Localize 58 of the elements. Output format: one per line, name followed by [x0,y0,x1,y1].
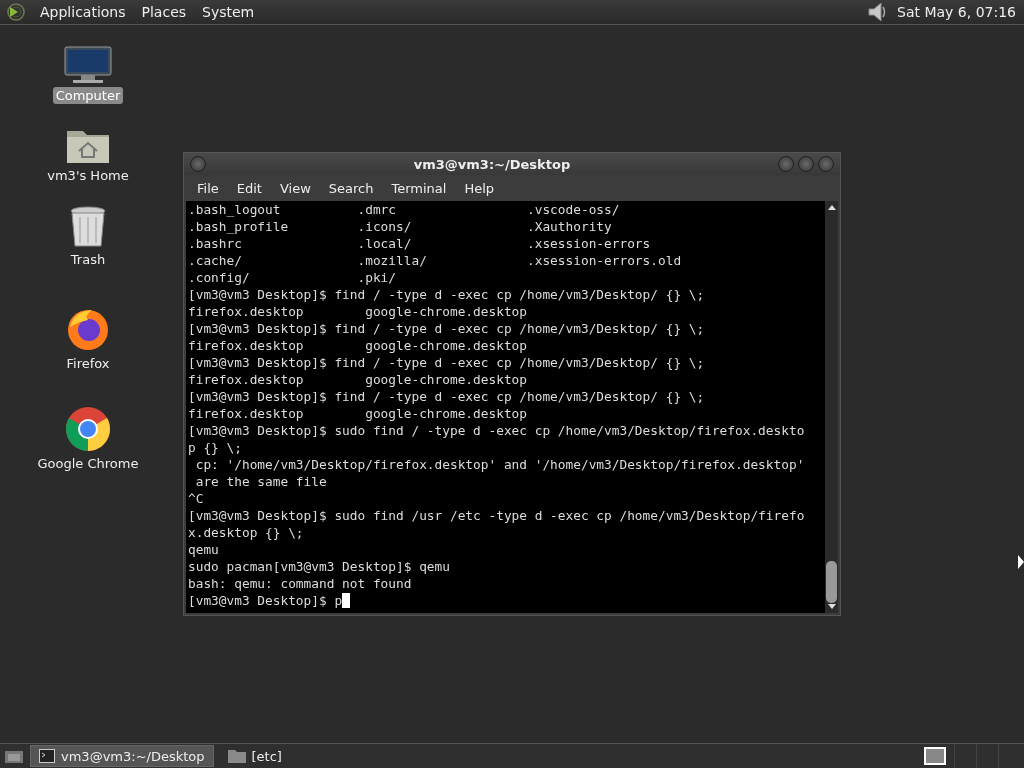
folder-icon [227,749,246,763]
terminal-line: are the same file [194,474,327,489]
minimize-button[interactable] [778,156,794,172]
terminal-line: firefox.desktop google-chrome.desktop [188,304,527,319]
terminal-line: firefox.desktop google-chrome.desktop [188,372,527,387]
mouse-pointer-icon [1018,555,1024,569]
panel-menu[interactable]: System [194,4,263,20]
chrome-icon[interactable] [64,405,112,453]
scrollbar[interactable] [825,201,838,613]
text-cursor [342,593,351,608]
terminal-line: [vm3@vm3 Desktop]$ find / -type d -exec cp /home/vm3/Desktop/ {} \; [188,355,705,370]
clock[interactable]: Sat May 6, 07:16 [897,4,1018,20]
terminal-line: [vm3@vm3 Desktop]$ p [188,593,343,608]
terminal-line: sudo pacman[vm3@vm3 Desktop]$ qemu [188,559,450,574]
menu-item[interactable]: Terminal [382,180,456,196]
terminal-line: [vm3@vm3 Desktop]$ sudo find /usr /etc -type d -exec cp /home/vm3/Desktop/firefo [188,508,805,523]
terminal-line: [vm3@vm3 Desktop]$ find / -type d -exec cp /home/vm3/Desktop/ {} \; [188,389,705,404]
window-menu-button[interactable] [190,156,206,172]
menu-item[interactable]: Help [455,180,504,196]
terminal-line: .config/ .pki/ [188,270,397,285]
computer-icon[interactable] [63,45,113,85]
terminal-line: p {} \; [188,440,242,455]
terminal-line: .cache/ .mozilla/ .xsession-errors.old [188,253,682,268]
panel-menu[interactable]: Places [133,4,195,20]
terminal-line: .bash_profile .icons/ .Xauthority [188,219,612,234]
window-title: vm3@vm3:~/Desktop [412,156,572,172]
desktop-icon-label[interactable]: Firefox [63,355,113,372]
desktop-icon-label[interactable]: Google Chrome [34,455,142,472]
desktop-icon-label[interactable]: vm3's Home [44,167,132,184]
terminal-line: [vm3@vm3 Desktop]$ sudo find / -type d -exec cp /home/vm3/Desktop/firefox.deskto [188,423,805,438]
menu-item[interactable]: Search [319,180,383,196]
terminal-line: cp: '/home/vm3/Desktop/firefox.desktop' and '/home/vm3/Desktop/firefox.desktop' [194,457,805,472]
show-desktop-icon[interactable] [4,748,24,764]
scroll-up-icon[interactable] [826,203,837,211]
terminal-line: .bash_logout .dmrc .vscode-oss/ [188,202,620,217]
menu-item[interactable]: File [188,180,228,196]
terminal-line: .bashrc .local/ .xsession-errors [188,236,651,251]
panel-menu[interactable]: Applications [32,4,134,20]
terminal-icon [39,749,55,763]
scroll-thumb[interactable] [826,561,837,603]
terminal-line: qemu [188,542,219,557]
terminal-line: x.desktop {} \; [188,525,304,540]
speaker-icon[interactable] [867,1,888,23]
terminal-line: firefox.desktop google-chrome.desktop [188,406,527,421]
close-button[interactable] [818,156,834,172]
terminal-line: [vm3@vm3 Desktop]$ find / -type d -exec cp /home/vm3/Desktop/ {} \; [188,287,705,302]
desktop-icon-label[interactable]: Trash [67,251,109,268]
maximize-button[interactable] [798,156,814,172]
terminal-line: firefox.desktop google-chrome.desktop [188,338,527,353]
menu-item[interactable]: View [270,180,320,196]
menu-item[interactable]: Edit [227,180,271,196]
trash-icon[interactable] [68,205,108,249]
terminal-line: [vm3@vm3 Desktop]$ find / -type d -exec cp /home/vm3/Desktop/ {} \; [188,321,705,336]
taskbar-button[interactable]: vm3@vm3:~/Desktop [30,745,214,767]
terminal-line: bash: qemu: command not found [188,576,412,591]
taskbar-button[interactable]: [etc] [219,745,290,767]
logo-icon[interactable] [6,2,26,22]
terminal-line: ^C [188,491,204,506]
